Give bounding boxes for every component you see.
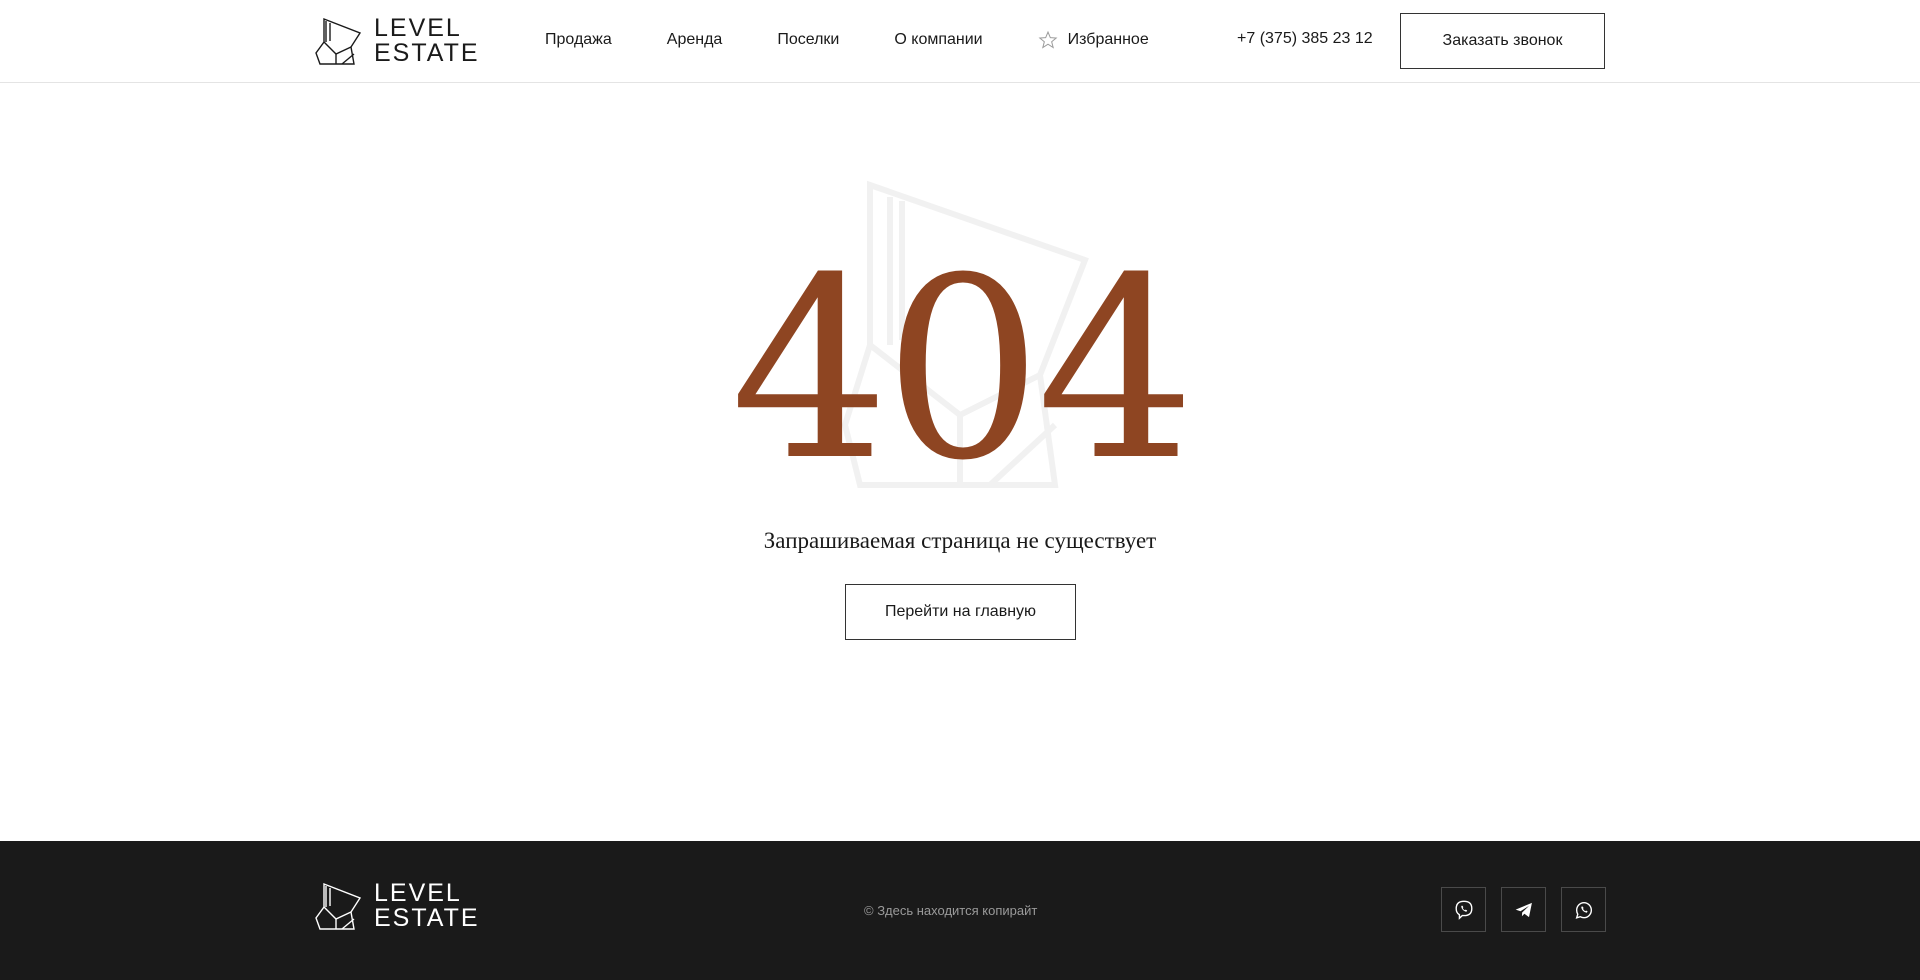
logo-line-1: LEVEL bbox=[374, 14, 462, 42]
go-home-button[interactable]: Перейти на главную bbox=[845, 584, 1076, 640]
nav-item-favorites[interactable]: Избранное bbox=[1038, 30, 1149, 50]
whatsapp-button[interactable] bbox=[1561, 887, 1606, 932]
nav-item-sale[interactable]: Продажа bbox=[545, 31, 612, 49]
logo-line-1: LEVEL bbox=[374, 879, 462, 907]
logo-text: LEVEL ESTATE bbox=[374, 881, 480, 931]
site-footer: LEVEL ESTATE © Здесь находится копирайт bbox=[0, 841, 1920, 980]
nav-item-villages[interactable]: Поселки bbox=[777, 31, 839, 49]
nav-item-rent[interactable]: Аренда bbox=[667, 31, 723, 49]
logo-text: LEVEL ESTATE bbox=[374, 16, 480, 66]
site-header: LEVEL ESTATE Продажа Аренда Поселки О ко… bbox=[0, 0, 1920, 83]
whatsapp-icon bbox=[1575, 901, 1592, 919]
telegram-button[interactable] bbox=[1501, 887, 1546, 932]
logo-line-2: ESTATE bbox=[374, 904, 480, 932]
footer-logo[interactable]: LEVEL ESTATE bbox=[314, 881, 480, 931]
header-logo[interactable]: LEVEL ESTATE bbox=[314, 16, 480, 66]
building-logo-icon bbox=[315, 17, 362, 65]
favorites-label: Избранное bbox=[1067, 31, 1149, 48]
main-nav: Продажа Аренда Поселки О компании Избран… bbox=[545, 29, 1204, 51]
viber-button[interactable] bbox=[1441, 887, 1486, 932]
logo-line-2: ESTATE bbox=[374, 39, 480, 67]
phone-link[interactable]: +7 (375) 385 23 12 bbox=[1237, 30, 1373, 48]
error-message: Запрашиваемая страница не существует bbox=[763, 528, 1157, 553]
viber-icon bbox=[1455, 900, 1472, 920]
error-code: 404 bbox=[730, 224, 1195, 515]
callback-button[interactable]: Заказать звонок bbox=[1400, 13, 1605, 69]
telegram-icon bbox=[1515, 902, 1532, 917]
star-icon bbox=[1038, 30, 1058, 49]
nav-item-about[interactable]: О компании bbox=[894, 31, 982, 49]
copyright-text: © Здесь находится копирайт bbox=[864, 903, 1038, 918]
building-logo-icon bbox=[315, 882, 362, 930]
